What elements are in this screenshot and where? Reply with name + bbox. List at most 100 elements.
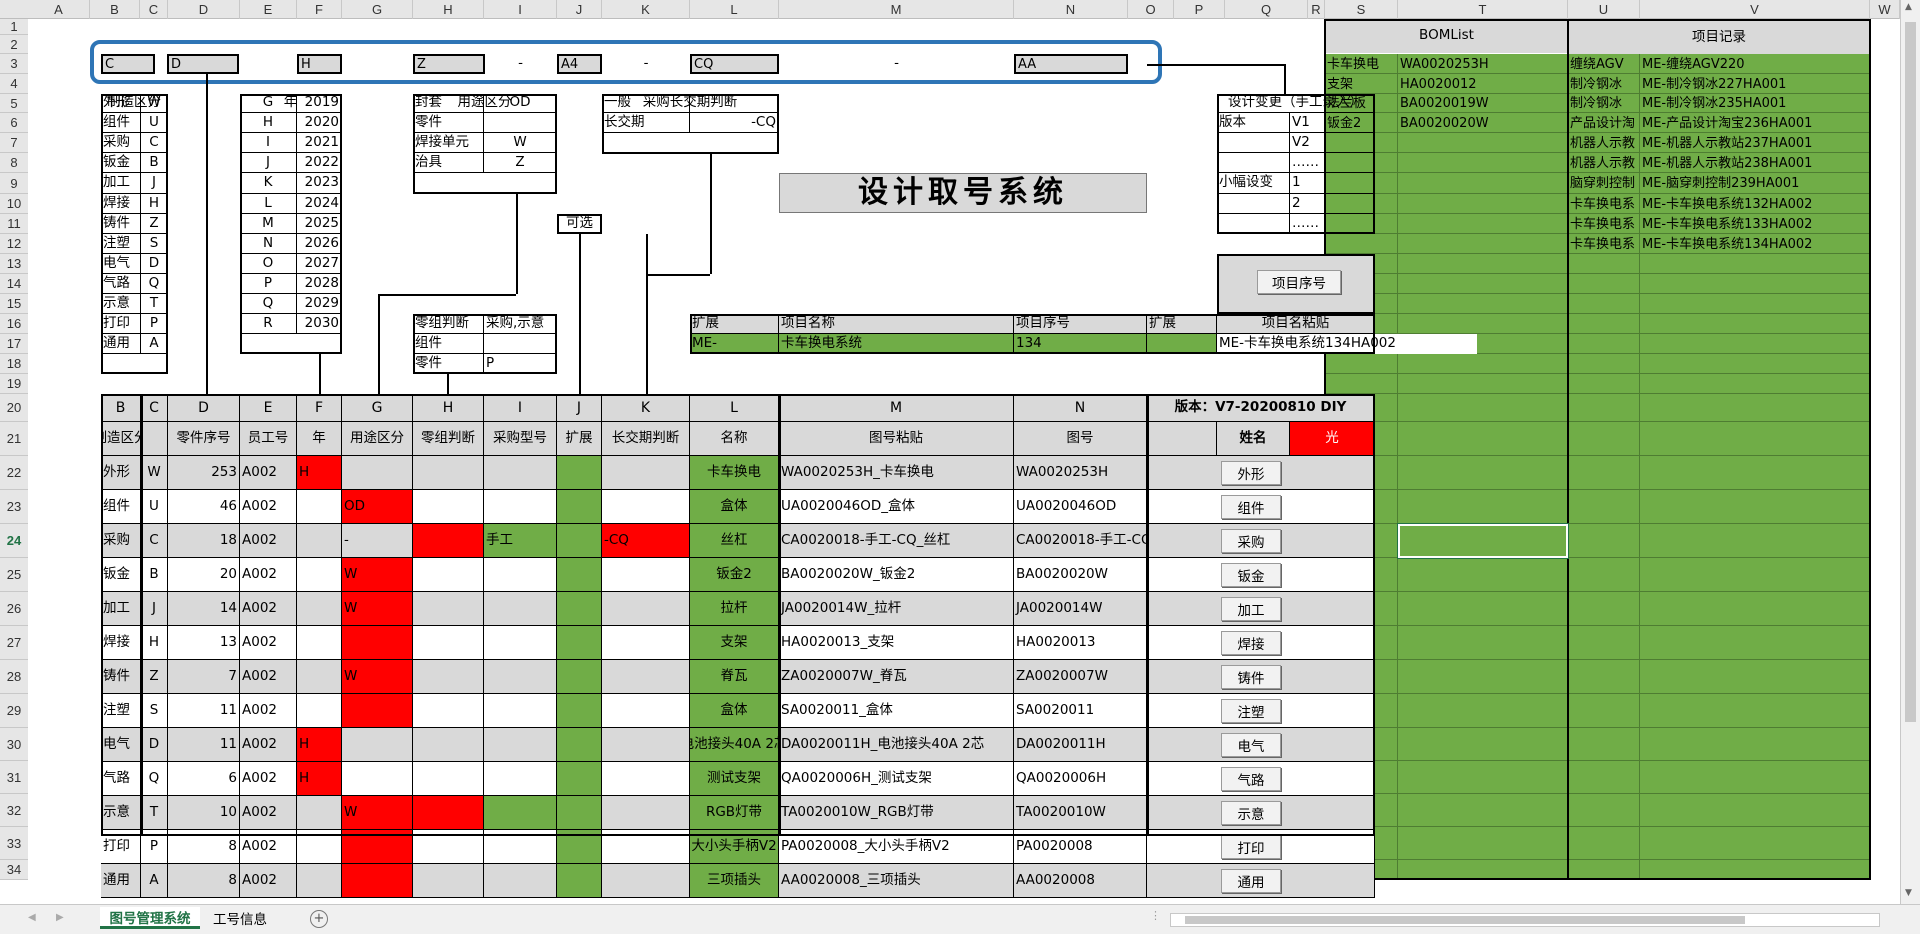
main-cell[interactable] xyxy=(557,864,602,898)
lead-code[interactable]: -CQ xyxy=(690,113,779,133)
horizontal-scrollbar[interactable] xyxy=(1170,913,1880,927)
main-cell[interactable] xyxy=(297,864,342,898)
row-header-3[interactable]: 3 xyxy=(0,54,28,74)
mfg-name[interactable]: 组件 xyxy=(101,113,141,133)
mfg-name[interactable]: 钣金 xyxy=(101,153,141,173)
year-letter[interactable]: J xyxy=(240,153,297,173)
year-value[interactable]: 2027 xyxy=(297,254,342,274)
main-cell[interactable]: 8 xyxy=(168,864,240,898)
mfg-code[interactable]: C xyxy=(141,133,168,153)
design-change-label[interactable]: 版本 xyxy=(1217,113,1290,133)
design-change-value[interactable]: …… xyxy=(1290,153,1375,173)
row-header-11[interactable]: 11 xyxy=(0,214,28,234)
main-cell[interactable]: AA0020008 xyxy=(1014,864,1147,898)
column-header-O[interactable]: O xyxy=(1128,0,1174,19)
year-value[interactable]: 2030 xyxy=(297,314,342,334)
project-no-button[interactable]: 项目序号 xyxy=(1257,270,1341,294)
design-change-label[interactable] xyxy=(1217,153,1290,173)
row-header-26[interactable]: 26 xyxy=(0,592,28,626)
column-header-I[interactable]: I xyxy=(484,0,557,19)
system-title[interactable]: 设计取号系统 xyxy=(779,173,1147,213)
main-cell[interactable] xyxy=(602,864,690,898)
row-header-16[interactable]: 16 xyxy=(0,314,28,334)
year-letter[interactable]: O xyxy=(240,254,297,274)
row-header-10[interactable]: 10 xyxy=(0,194,28,214)
mfg-name[interactable]: 注塑 xyxy=(101,234,141,254)
design-change-title[interactable]: 设计变更（手工录入） xyxy=(1217,94,1375,113)
scroll-up-icon[interactable]: ▲ xyxy=(1905,2,1912,12)
tab-next-icon[interactable]: ▶ xyxy=(56,912,64,923)
vertical-scroll-thumb[interactable] xyxy=(1905,22,1916,722)
purpose-name[interactable]: 焊接单元 xyxy=(413,133,484,153)
mfg-code[interactable]: Z xyxy=(141,214,168,234)
mfg-code[interactable]: W xyxy=(141,94,168,113)
column-header-U[interactable]: U xyxy=(1568,0,1640,19)
mfg-name[interactable]: 外形 xyxy=(101,94,141,113)
mfg-name[interactable]: 加工 xyxy=(101,173,141,194)
mfg-code[interactable]: D xyxy=(141,254,168,274)
row-header-20[interactable]: 20 xyxy=(0,394,28,422)
selected-cell[interactable] xyxy=(1397,523,1569,559)
year-value[interactable]: 2023 xyxy=(297,173,342,194)
vertical-scrollbar[interactable]: ▲ ▼ xyxy=(1900,0,1920,904)
tab-drawing-system[interactable]: 图号管理系统 xyxy=(100,907,200,929)
row-header-24[interactable]: 24 xyxy=(0,524,28,558)
part-group-name[interactable]: 零件 xyxy=(413,354,484,374)
row-header-29[interactable]: 29 xyxy=(0,694,28,728)
row-header-32[interactable]: 32 xyxy=(0,794,28,827)
column-header-G[interactable]: G xyxy=(342,0,413,19)
year-letter[interactable]: K xyxy=(240,173,297,194)
part-group-name[interactable]: 组件 xyxy=(413,334,484,354)
scroll-down-icon[interactable]: ▼ xyxy=(1905,888,1912,898)
row-header-19[interactable]: 19 xyxy=(0,374,28,394)
row-header-15[interactable]: 15 xyxy=(0,294,28,314)
year-value[interactable]: 2021 xyxy=(297,133,342,153)
column-header-B[interactable]: B xyxy=(90,0,140,19)
mfg-code[interactable]: B xyxy=(141,153,168,173)
column-header-P[interactable]: P xyxy=(1174,0,1225,19)
purpose-name[interactable]: 零件 xyxy=(413,113,484,133)
mfg-code[interactable]: J xyxy=(141,173,168,194)
design-change-label[interactable] xyxy=(1217,214,1290,234)
spreadsheet[interactable]: ABCDEFGHIJKLMNOPQRSTUVW 1 2 3 4 5 6 7 8 9 10 11 12 1… xyxy=(0,0,1920,934)
mfg-code[interactable]: P xyxy=(141,314,168,334)
mfg-name[interactable]: 示意 xyxy=(101,294,141,314)
year-value[interactable]: 2022 xyxy=(297,153,342,173)
mfg-code[interactable]: Q xyxy=(141,274,168,294)
year-value[interactable]: 2024 xyxy=(297,194,342,214)
design-change-value[interactable]: …… xyxy=(1290,214,1375,234)
main-cell[interactable] xyxy=(342,864,413,898)
code-separator[interactable]: - xyxy=(779,54,1014,74)
year-letter[interactable]: G xyxy=(240,94,297,113)
purpose-name[interactable]: 封套 xyxy=(413,94,484,113)
main-cell[interactable] xyxy=(484,864,557,898)
row-header-21[interactable]: 21 xyxy=(0,422,28,456)
column-header-E[interactable]: E xyxy=(240,0,297,19)
lead-name[interactable]: 长交期 xyxy=(602,113,690,133)
purpose-code[interactable] xyxy=(484,113,557,133)
row-header-34[interactable]: 34 xyxy=(0,860,28,880)
row-header-18[interactable]: 18 xyxy=(0,354,28,374)
design-change-label[interactable] xyxy=(1217,194,1290,214)
mfg-code[interactable]: A xyxy=(141,334,168,354)
mfg-code[interactable]: U xyxy=(141,113,168,133)
column-header-Q[interactable]: Q xyxy=(1225,0,1308,19)
column-header-T[interactable]: T xyxy=(1398,0,1568,19)
purpose-code[interactable]: W xyxy=(484,133,557,153)
tab-employee-info[interactable]: 工号信息 xyxy=(204,907,276,929)
mfg-code[interactable]: T xyxy=(141,294,168,314)
design-change-value[interactable]: V1 xyxy=(1290,113,1375,133)
mfg-name[interactable]: 通用 xyxy=(101,334,141,354)
design-change-label[interactable] xyxy=(1217,133,1290,153)
row-header-12[interactable]: 12 xyxy=(0,234,28,254)
row-header-28[interactable]: 28 xyxy=(0,660,28,694)
row-header-23[interactable]: 23 xyxy=(0,490,28,524)
part-group-code[interactable]: P xyxy=(484,354,557,374)
year-value[interactable]: 2026 xyxy=(297,234,342,254)
part-group-title[interactable]: 零组判断 xyxy=(413,314,484,334)
column-header-C[interactable]: C xyxy=(140,0,168,19)
code-box[interactable]: CQ xyxy=(690,54,779,74)
main-cell[interactable]: 通用 xyxy=(101,864,141,898)
row-header-14[interactable]: 14 xyxy=(0,274,28,294)
lead-name[interactable]: 一般 xyxy=(602,94,690,113)
